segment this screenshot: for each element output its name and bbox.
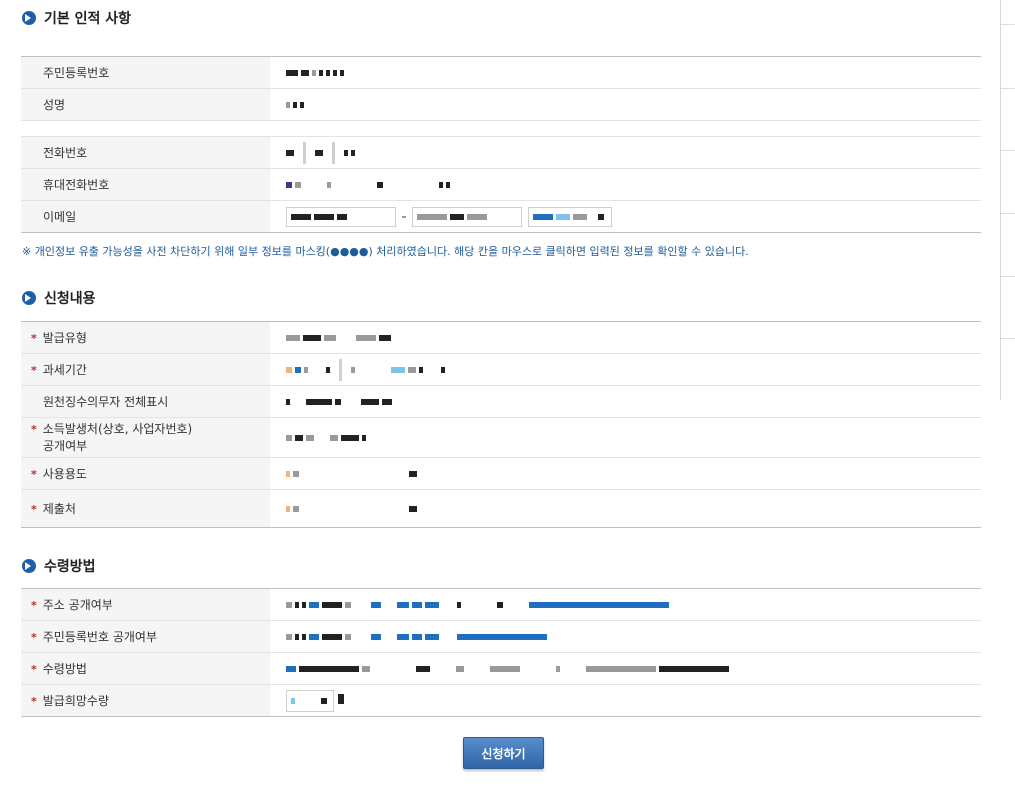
label-text: 소득발생처(상호, 사업자번호): [42, 422, 193, 436]
label-tax-period: * 과세기간: [21, 353, 270, 386]
label-text: 원천징수의무자 전체표시: [43, 395, 169, 409]
receipt-table: * 주소 공개여부 * 주민등록번호 공개여부 * 수령방법 * 발급희망수량: [21, 588, 981, 717]
email-domain-input[interactable]: [412, 206, 522, 227]
request-table: * 발급유형 * 과세기간 원천징수의무자 전체표시 * 소득발생처(상호, 사업자번…: [21, 321, 981, 528]
label-rrn: 주민등록번호: [21, 56, 270, 89]
required-mark: *: [31, 599, 37, 612]
value-address-public[interactable]: [270, 588, 981, 621]
value-income-source[interactable]: [270, 417, 981, 458]
email-domain-select[interactable]: [528, 206, 612, 227]
arrow-circle-icon: [22, 291, 36, 305]
required-mark: *: [31, 663, 37, 676]
label-phone: 전화번호: [21, 136, 270, 169]
row-phone: 전화번호: [21, 136, 981, 169]
label-text: 주민등록번호 공개여부: [42, 630, 157, 644]
label-rrn-public: * 주민등록번호 공개여부: [21, 620, 270, 653]
required-mark: *: [31, 503, 37, 516]
required-mark: *: [31, 468, 37, 481]
section-title-request: 신청내용: [22, 288, 96, 308]
label-text: 제출처: [42, 502, 76, 516]
row-withholding-display: 원천징수의무자 전체표시: [21, 385, 981, 418]
row-email: 이메일: [21, 200, 981, 233]
label-text: 과세기간: [42, 363, 87, 377]
label-name: 성명: [21, 88, 270, 121]
value-method[interactable]: [270, 652, 981, 685]
label-submit-to: * 제출처: [21, 489, 270, 528]
value-withholding-display[interactable]: [270, 385, 981, 418]
label-income-source: * 소득발생처(상호, 사업자번호) 공개여부: [21, 417, 270, 458]
section-title-personal: 기본 인적 사항: [22, 8, 131, 28]
label-mobile: 휴대전화번호: [21, 168, 270, 201]
row-mobile: 휴대전화번호: [21, 168, 981, 201]
label-usage: * 사용용도: [21, 457, 270, 490]
value-submit-to[interactable]: [270, 490, 981, 528]
required-mark: *: [31, 423, 37, 436]
required-mark: *: [31, 364, 37, 377]
copies-input[interactable]: [286, 689, 334, 712]
required-mark: *: [31, 695, 37, 708]
value-issue-type[interactable]: [270, 321, 981, 354]
row-spacer: [21, 120, 981, 137]
value-email: [270, 201, 981, 233]
label-issue-type: * 발급유형: [21, 321, 270, 354]
label-copies: * 발급희망수량: [21, 684, 270, 717]
row-usage: * 사용용도: [21, 457, 981, 490]
label-address-public: * 주소 공개여부: [21, 588, 270, 621]
label-text-line2: 공개여부: [43, 439, 88, 453]
row-rrn: 주민등록번호: [21, 56, 981, 89]
value-tax-period[interactable]: [270, 353, 981, 386]
value-name[interactable]: [270, 88, 981, 121]
label-text: 수령방법: [42, 662, 87, 676]
label-text: 발급희망수량: [42, 694, 110, 708]
row-tax-period: * 과세기간: [21, 353, 981, 386]
section-title-text: 수령방법: [44, 559, 96, 575]
value-mobile[interactable]: [270, 168, 981, 201]
row-copies: * 발급희망수량: [21, 684, 981, 717]
required-mark: *: [31, 332, 37, 345]
email-id-input[interactable]: [286, 206, 396, 227]
label-withholding-display: 원천징수의무자 전체표시: [21, 385, 270, 418]
arrow-circle-icon: [22, 559, 36, 573]
arrow-circle-icon: [22, 11, 36, 25]
value-rrn[interactable]: [270, 56, 981, 89]
value-phone[interactable]: [270, 136, 981, 169]
label-email: 이메일: [21, 200, 270, 233]
value-rrn-public[interactable]: [270, 620, 981, 653]
side-panel: [1000, 0, 1015, 400]
label-text: 주소 공개여부: [42, 598, 113, 612]
value-usage[interactable]: [270, 457, 981, 490]
masking-notice: ※ 개인정보 유출 가능성을 사전 차단하기 위해 일부 정보를 마스킹(●●●…: [22, 245, 749, 258]
section-title-text: 신청내용: [44, 291, 96, 307]
row-issue-type: * 발급유형: [21, 321, 981, 354]
row-submit-to: * 제출처: [21, 489, 981, 528]
required-mark: *: [31, 631, 37, 644]
row-method: * 수령방법: [21, 652, 981, 685]
row-income-source: * 소득발생처(상호, 사업자번호) 공개여부: [21, 417, 981, 458]
label-method: * 수령방법: [21, 652, 270, 685]
row-name: 성명: [21, 88, 981, 121]
section-title-receipt: 수령방법: [22, 556, 96, 576]
label-text: 발급유형: [42, 331, 87, 345]
personal-info-table: 주민등록번호 성명 전화번호 휴대전화번호 이메일: [21, 56, 981, 233]
value-copies: [270, 685, 981, 717]
label-text: 사용용도: [42, 467, 87, 481]
row-rrn-public: * 주민등록번호 공개여부: [21, 620, 981, 653]
row-address-public: * 주소 공개여부: [21, 588, 981, 621]
section-title-text: 기본 인적 사항: [44, 11, 132, 27]
page: 기본 인적 사항 주민등록번호 성명 전화번호 휴대전화번호 이메일 ※ 개인정…: [0, 0, 1015, 787]
submit-button[interactable]: 신청하기: [463, 737, 544, 769]
